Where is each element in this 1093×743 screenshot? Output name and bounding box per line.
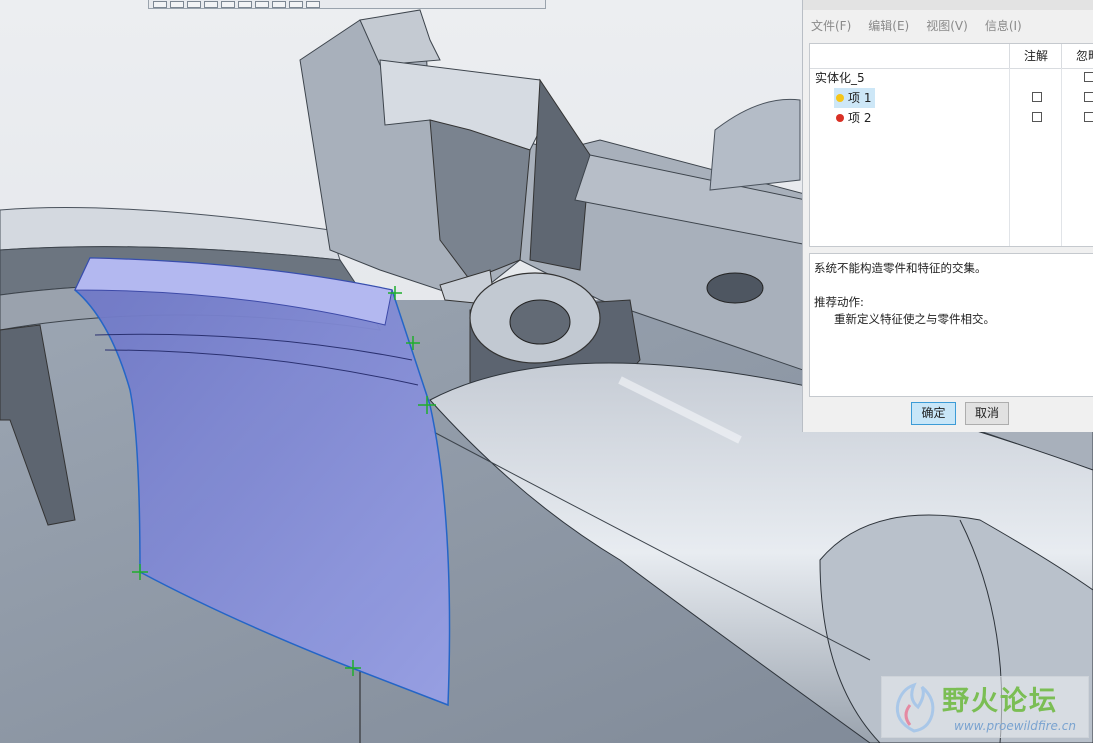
feature-tree-panel: 注解 忽略 实体化_5 项 1 项 2	[809, 43, 1093, 247]
action-heading: 推荐动作:	[814, 295, 864, 309]
menu-info[interactable]: 信息(I)	[985, 17, 1022, 34]
annotate-checkbox[interactable]	[1032, 112, 1042, 122]
toolbar-button[interactable]	[153, 0, 167, 8]
watermark-url: www.proewildfire.cn	[954, 719, 1076, 733]
graphics-toolbar[interactable]	[148, 0, 546, 9]
toolbar-button[interactable]	[289, 0, 303, 8]
toolbar-button[interactable]	[187, 0, 201, 8]
status-error-icon	[836, 114, 844, 122]
annotate-checkbox[interactable]	[1032, 92, 1042, 102]
column-ignore[interactable]: 忽略	[1061, 44, 1093, 68]
ignore-checkbox[interactable]	[1084, 72, 1093, 82]
cancel-button[interactable]: 取消	[965, 402, 1009, 425]
toolbar-button[interactable]	[238, 0, 252, 8]
toolbar-button[interactable]	[204, 0, 218, 8]
dialog-title-strip	[803, 0, 1093, 10]
tree-row-item[interactable]: 项 2	[810, 108, 1093, 128]
tree-root-label: 实体化_5	[815, 71, 865, 85]
tree-row-root[interactable]: 实体化_5	[810, 68, 1093, 88]
dialog-menubar: 文件(F) 编辑(E) 视图(V) 信息(I)	[803, 10, 1093, 40]
watermark-title: 野火论坛	[942, 686, 1058, 717]
toolbar-button[interactable]	[272, 0, 286, 8]
toolbar-button[interactable]	[255, 0, 269, 8]
status-warning-icon	[836, 94, 844, 102]
recommended-action: 重新定义特征使之与零件相交。	[834, 312, 995, 326]
tree-item-label: 项 1	[834, 88, 876, 108]
column-annotate[interactable]: 注解	[1009, 44, 1061, 68]
menu-edit[interactable]: 编辑(E)	[868, 17, 909, 34]
toolbar-button[interactable]	[306, 0, 320, 8]
tree-header: 注解 忽略	[810, 44, 1093, 69]
error-message: 系统不能构造零件和特征的交集。	[814, 261, 987, 275]
tree-item-label: 项 2	[836, 108, 871, 128]
failure-dialog: 文件(F) 编辑(E) 视图(V) 信息(I) 注解 忽略 实体化_5 项 1 …	[802, 0, 1093, 432]
toolbar-button[interactable]	[170, 0, 184, 8]
message-panel: 系统不能构造零件和特征的交集。 推荐动作: 重新定义特征使之与零件相交。	[809, 253, 1093, 397]
toolbar-button[interactable]	[221, 0, 235, 8]
forum-watermark: 野火论坛 www.proewildfire.cn	[881, 676, 1089, 738]
ok-button[interactable]: 确定	[911, 402, 956, 425]
tree-row-item[interactable]: 项 1	[810, 88, 1093, 108]
menu-file[interactable]: 文件(F)	[811, 17, 851, 34]
ignore-checkbox[interactable]	[1084, 112, 1093, 122]
menu-view[interactable]: 视图(V)	[926, 17, 968, 34]
ignore-checkbox[interactable]	[1084, 92, 1093, 102]
flame-logo-icon	[895, 682, 935, 733]
